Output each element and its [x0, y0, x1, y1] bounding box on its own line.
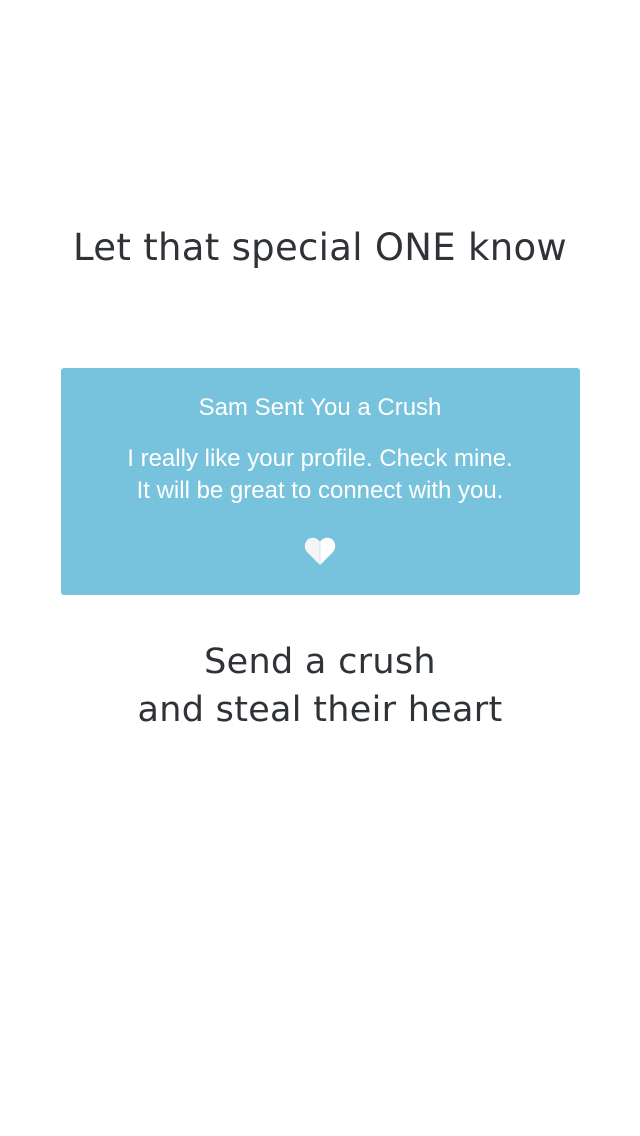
tagline-line: Send a crush: [204, 642, 436, 682]
crush-card-message: I really like your profile. Check mine. …: [0, 443, 640, 507]
crush-card-message-line: I really like your profile. Check mine.: [127, 445, 513, 472]
tagline-line: and steal their heart: [137, 690, 503, 730]
crush-card-title: Sam Sent You a Crush: [198, 394, 442, 421]
headline: Let that special ONE know: [73, 226, 567, 269]
crush-card-message-line: It will be great to connect with you.: [136, 477, 504, 504]
tagline: Send a crush and steal their heart: [0, 638, 640, 734]
heart-icon: [304, 536, 336, 566]
